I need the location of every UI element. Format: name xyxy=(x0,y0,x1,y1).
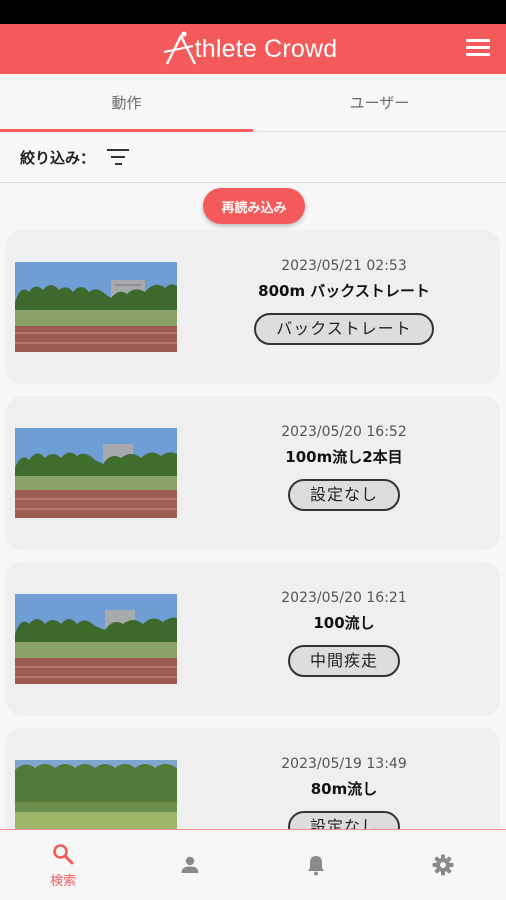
motion-card[interactable]: 2023/05/20 16:52 100m流し2本目 設定なし xyxy=(6,396,500,550)
tab-bar: 動作 ユーザー xyxy=(0,74,506,132)
filter-row: 絞り込み： xyxy=(0,132,506,183)
nav-profile[interactable] xyxy=(127,830,254,900)
bell-icon xyxy=(308,856,325,876)
card-tag[interactable]: 中間疾走 xyxy=(287,645,400,677)
filter-icon[interactable] xyxy=(107,149,130,165)
reload-button[interactable]: 再読み込み xyxy=(203,188,305,224)
card-tag[interactable]: バックストレート xyxy=(254,313,434,345)
card-info: 2023/05/19 13:49 80m流し 設定なし xyxy=(206,756,482,829)
motion-list: 再読み込み 2023/05/21 02:53 800m バックストレート バック… xyxy=(0,183,506,829)
gear-icon xyxy=(432,854,454,876)
card-date: 2023/05/20 16:21 xyxy=(281,590,407,606)
user-icon xyxy=(181,856,199,873)
card-title: 100流し xyxy=(313,614,375,632)
card-date: 2023/05/19 13:49 xyxy=(281,756,407,772)
card-date: 2023/05/20 16:52 xyxy=(281,424,407,440)
nav-notifications[interactable] xyxy=(253,830,380,900)
card-tag[interactable]: 設定なし xyxy=(287,479,400,511)
card-title: 80m流し xyxy=(310,780,378,798)
video-thumbnail xyxy=(15,594,177,684)
video-thumbnail xyxy=(15,428,177,518)
logo-text: thlete Crowd xyxy=(194,34,338,63)
status-bar xyxy=(0,0,506,24)
card-date: 2023/05/21 02:53 xyxy=(281,258,407,274)
search-icon xyxy=(53,843,74,864)
motion-card[interactable]: 2023/05/21 02:53 800m バックストレート バックストレート xyxy=(6,230,500,384)
nav-search[interactable]: 検索 xyxy=(0,830,127,900)
app-logo: thlete Crowd xyxy=(0,24,506,74)
bottom-nav: 検索 xyxy=(0,829,506,900)
video-thumbnail xyxy=(15,262,177,352)
motion-card[interactable]: 2023/05/19 13:49 80m流し 設定なし xyxy=(6,728,500,829)
card-title: 800m バックストレート xyxy=(258,282,430,300)
card-info: 2023/05/20 16:52 100m流し2本目 設定なし xyxy=(206,424,482,511)
hamburger-menu-icon[interactable] xyxy=(466,39,490,59)
nav-settings[interactable] xyxy=(380,830,506,900)
card-title: 100m流し2本目 xyxy=(285,448,403,466)
motion-card[interactable]: 2023/05/20 16:21 100流し 中間疾走 xyxy=(6,562,500,716)
video-thumbnail xyxy=(15,760,177,829)
tab-users[interactable]: ユーザー xyxy=(253,74,506,131)
card-tag[interactable]: 設定なし xyxy=(287,811,400,829)
tab-motion[interactable]: 動作 xyxy=(0,74,253,132)
app-header: thlete Crowd xyxy=(0,24,506,74)
card-info: 2023/05/21 02:53 800m バックストレート バックストレート xyxy=(206,258,482,345)
logo-mark-icon xyxy=(163,31,197,65)
filter-label: 絞り込み： xyxy=(20,148,96,167)
nav-search-label: 検索 xyxy=(50,873,77,889)
card-info: 2023/05/20 16:21 100流し 中間疾走 xyxy=(206,590,482,677)
